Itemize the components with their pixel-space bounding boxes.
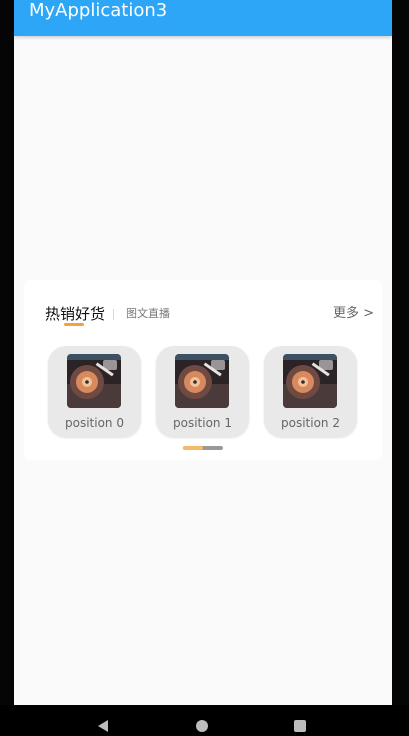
record-player-thumbnail-icon [283,354,337,408]
app-bar: MyApplication3 [14,0,392,36]
items-row[interactable]: position 0 position 1 position 2 [48,346,368,438]
list-item[interactable]: position 1 [156,346,249,437]
scroll-indicator [183,446,223,450]
item-label: position 1 [173,416,232,430]
home-circle-icon[interactable] [195,718,209,736]
item-label: position 2 [281,416,340,430]
scroll-indicator-fill [183,446,203,450]
recents-square-icon[interactable] [293,718,307,736]
back-triangle-icon[interactable] [96,718,110,736]
list-item[interactable]: position 0 [48,346,141,437]
system-navigation-bar [0,705,409,736]
tab-hot-goods[interactable]: 热销好货 [45,304,105,324]
tab-selected-indicator [64,323,84,326]
item-label: position 0 [65,416,124,430]
record-player-thumbnail-icon [67,354,121,408]
more-link[interactable]: 更多 > [333,305,374,323]
tab-live-broadcast[interactable]: 图文直播 [126,306,170,322]
hot-goods-card: 热销好货 图文直播 更多 > position 0 position 1 pos… [24,280,382,460]
tab-divider [113,309,114,320]
app-title: MyApplication3 [29,0,168,21]
app-screen: MyApplication3 热销好货 图文直播 更多 > position 0… [14,0,392,705]
record-player-thumbnail-icon [175,354,229,408]
phone-frame: MyApplication3 热销好货 图文直播 更多 > position 0… [0,0,409,736]
list-item[interactable]: position 2 [264,346,357,437]
